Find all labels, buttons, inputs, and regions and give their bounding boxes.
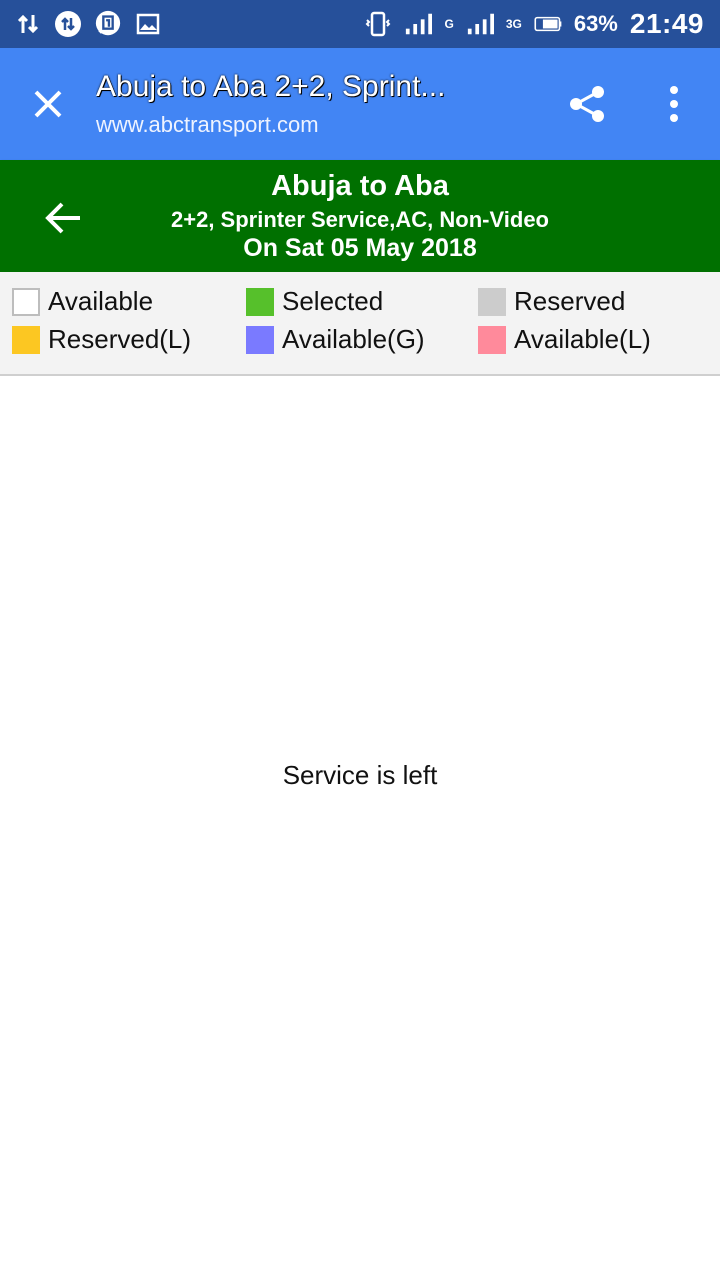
more-options-icon[interactable] <box>650 80 698 128</box>
data-transfer-icon <box>14 10 42 38</box>
legend-item-reserved-l: Reserved(L) <box>12 324 191 355</box>
data-saver-icon <box>54 10 82 38</box>
legend-item-selected: Selected <box>246 286 383 317</box>
close-icon[interactable] <box>24 80 72 128</box>
legend-item-available-l: Available(L) <box>478 324 651 355</box>
status-left <box>14 10 162 38</box>
service-message: Service is left <box>282 760 438 790</box>
network-type-label: G <box>444 17 454 31</box>
battery-icon <box>534 10 562 38</box>
legend-item-reserved: Reserved <box>478 286 625 317</box>
image-notification-icon <box>134 10 162 38</box>
page-url[interactable]: www.abctransport.com <box>96 112 319 138</box>
legend-item-available-g: Available(G) <box>246 324 425 355</box>
available-g-swatch <box>246 325 274 354</box>
legend-item-available: Available <box>12 286 153 317</box>
legend-label: Available(L) <box>514 324 651 354</box>
legend-label: Reserved(L) <box>48 324 192 354</box>
vibrate-icon <box>364 10 392 38</box>
share-icon[interactable] <box>564 80 612 128</box>
browser-toolbar: Abuja to Aba 2+2, Sprint... www.abctrans… <box>0 48 720 160</box>
service-description: 2+2, Sprinter Service,AC, Non-Video <box>171 207 549 232</box>
reserved-swatch <box>478 287 506 316</box>
travel-date: On Sat 05 May 2018 <box>243 234 477 262</box>
legend-label: Reserved <box>514 286 626 316</box>
legend-label: Available <box>48 286 154 316</box>
status-bar: G 3G 63% 21:49 <box>0 0 720 48</box>
available-swatch <box>12 287 40 316</box>
legend-label: Available(G) <box>282 324 425 354</box>
signal-strength-icon-2 <box>466 10 494 38</box>
selected-swatch <box>246 287 274 316</box>
legend-label: Selected <box>282 286 384 316</box>
message-notification-icon <box>94 10 122 38</box>
battery-percentage: 63% <box>573 11 618 36</box>
clock-time: 21:49 <box>629 8 704 39</box>
signal-strength-icon <box>404 10 433 38</box>
page-title: Abuja to Aba 2+2, Sprint... <box>96 70 446 103</box>
network-3g-label: 3G <box>505 17 522 31</box>
reserved-l-swatch <box>12 325 40 354</box>
status-right: G 3G 63% 21:49 <box>364 8 704 40</box>
route-title: Abuja to Aba <box>271 170 449 202</box>
available-l-swatch <box>478 325 506 354</box>
seat-legend: Available Selected Reserved Reserved(L) … <box>0 272 720 376</box>
route-header: Abuja to Aba 2+2, Sprinter Service,AC, N… <box>0 160 720 272</box>
